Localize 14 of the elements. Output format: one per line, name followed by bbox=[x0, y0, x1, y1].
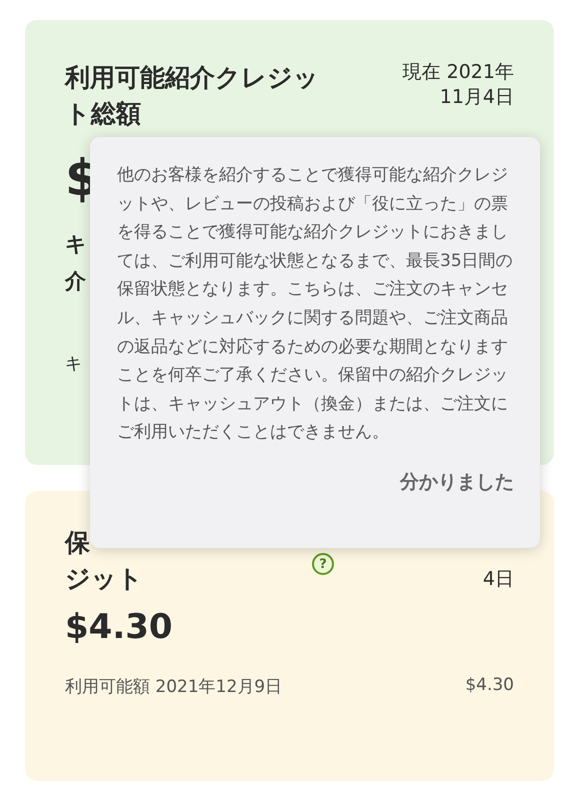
label-text: 介 bbox=[65, 268, 86, 295]
amount-text: $4.30 bbox=[65, 607, 174, 647]
card-title: ジット bbox=[65, 563, 144, 595]
popup-message: 他のお客様を紹介することで獲得可能な紹介クレジットや、レビューの投稿および「役に立った」の票を得ることで獲得可能な紹介クレジットにおきましては、ご利用可能な状態となるまで、最長35日間の保留状態となります。こちらは、ご注文のキャンセル、キャッシュバックに関する問題や、ご注文商品の返品などに対応するための必要な期間となりますことを何卒ご了承ください。保留中の紹介クレジットは、キャッシュアウト（換金）または、ご注文にご利用いただくことはできません。 bbox=[117, 164, 514, 444]
label-text: キ bbox=[65, 231, 87, 258]
ok-button[interactable]: 分かりました bbox=[400, 464, 514, 499]
label-text: キ bbox=[65, 353, 82, 375]
help-icon[interactable]: ? bbox=[312, 553, 334, 575]
card-title: 利用可能紹介クレジット総額 bbox=[65, 62, 320, 130]
date-text: 現在 2021年11月4日 bbox=[402, 60, 514, 110]
detail-label: 利用可能額 2021年12月9日 bbox=[65, 676, 282, 698]
detail-value: $4.30 bbox=[465, 675, 514, 697]
date-text: 4日 bbox=[482, 567, 514, 592]
card-title: 保 bbox=[65, 527, 91, 559]
